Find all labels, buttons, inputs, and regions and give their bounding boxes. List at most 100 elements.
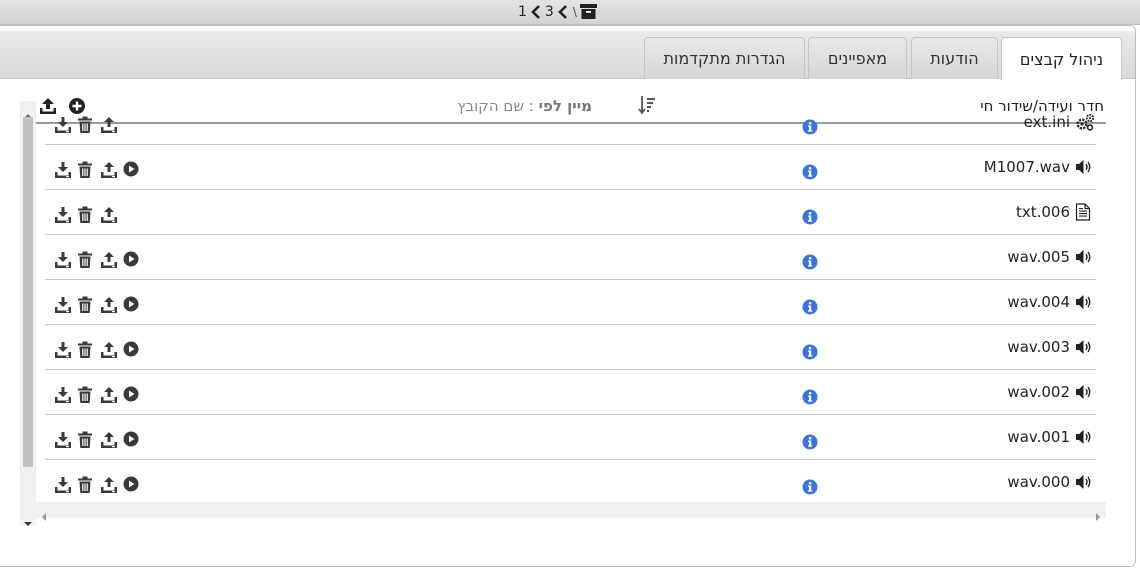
- breadcrumb-item[interactable]: 1: [518, 4, 527, 20]
- info-icon[interactable]: [802, 164, 818, 180]
- play-circle-icon[interactable]: [123, 431, 141, 449]
- file-actions: [54, 116, 118, 134]
- text-file-icon: [1075, 203, 1093, 221]
- trash-icon[interactable]: [77, 476, 95, 494]
- scrollbar-thumb[interactable]: [23, 117, 33, 467]
- scroll-down-arrow-icon[interactable]: [24, 513, 32, 526]
- file-name: wav.001: [1007, 428, 1070, 446]
- tab-file-management[interactable]: ניהול קבצים: [1001, 37, 1122, 80]
- trash-icon[interactable]: [77, 251, 95, 269]
- download-icon[interactable]: [54, 251, 72, 269]
- info-icon[interactable]: [802, 209, 818, 225]
- download-icon[interactable]: [54, 386, 72, 404]
- upload-icon[interactable]: [100, 296, 118, 314]
- file-row[interactable]: wav.004: [45, 280, 1096, 325]
- file-row[interactable]: ext.ini: [45, 100, 1096, 145]
- upload-icon[interactable]: [100, 431, 118, 449]
- top-bar: 1 3 \: [0, 0, 1140, 25]
- file-actions: [54, 341, 141, 359]
- file-name: ext.ini: [1023, 113, 1070, 131]
- trash-icon[interactable]: [77, 386, 95, 404]
- upload-icon[interactable]: [100, 161, 118, 179]
- file-actions: [54, 476, 141, 494]
- info-icon[interactable]: [802, 389, 818, 405]
- info-icon[interactable]: [802, 434, 818, 450]
- chevron-left-icon: [556, 3, 570, 21]
- upload-icon[interactable]: [100, 341, 118, 359]
- speaker-icon: [1075, 158, 1093, 176]
- tab-strip: ניהול קבצים הודעות מאפיינים הגדרות מתקדמ…: [0, 31, 1135, 80]
- download-icon[interactable]: [54, 476, 72, 494]
- play-circle-icon[interactable]: [123, 386, 141, 404]
- trash-icon[interactable]: [77, 341, 95, 359]
- file-actions: [54, 251, 141, 269]
- file-row[interactable]: wav.000: [45, 460, 1096, 500]
- info-icon[interactable]: [802, 254, 818, 270]
- vertical-scrollbar[interactable]: [20, 101, 36, 526]
- file-row[interactable]: wav.005: [45, 235, 1096, 280]
- play-circle-icon[interactable]: [123, 296, 141, 314]
- scroll-right-arrow-icon[interactable]: [1094, 506, 1102, 521]
- breadcrumb-item[interactable]: 3: [545, 4, 554, 20]
- settings-icon: [1075, 113, 1095, 131]
- file-row[interactable]: txt.006: [45, 190, 1096, 235]
- trash-icon[interactable]: [77, 431, 95, 449]
- play-circle-icon[interactable]: [123, 341, 141, 359]
- info-icon[interactable]: [802, 344, 818, 360]
- upload-icon[interactable]: [100, 386, 118, 404]
- upload-icon[interactable]: [100, 206, 118, 224]
- speaker-icon: [1075, 383, 1093, 401]
- file-actions: [54, 161, 141, 179]
- file-name: M1007.wav: [983, 158, 1070, 176]
- file-name: txt.006: [1015, 203, 1070, 221]
- upload-icon[interactable]: [100, 476, 118, 494]
- download-icon[interactable]: [54, 116, 72, 134]
- horizontal-scrollbar[interactable]: [36, 502, 1106, 521]
- tab-advanced-settings[interactable]: הגדרות מתקדמות: [644, 37, 805, 79]
- info-icon[interactable]: [802, 119, 818, 135]
- file-row[interactable]: wav.001: [45, 415, 1096, 460]
- download-icon[interactable]: [54, 161, 72, 179]
- tab-label: מאפיינים: [827, 49, 888, 68]
- speaker-icon: [1075, 248, 1093, 266]
- tab-label: הודעות: [930, 49, 979, 68]
- speaker-icon: [1075, 473, 1093, 491]
- download-icon[interactable]: [54, 341, 72, 359]
- speaker-icon: [1075, 338, 1093, 356]
- file-name: wav.000: [1007, 473, 1070, 491]
- trash-icon[interactable]: [77, 206, 95, 224]
- file-name: wav.005: [1007, 248, 1070, 266]
- trash-icon[interactable]: [77, 296, 95, 314]
- tab-label: ניהול קבצים: [1019, 49, 1104, 69]
- tab-label: הגדרות מתקדמות: [663, 49, 786, 68]
- file-name: wav.003: [1007, 338, 1070, 356]
- file-actions: [54, 386, 141, 404]
- download-icon[interactable]: [54, 431, 72, 449]
- trash-icon[interactable]: [77, 161, 95, 179]
- file-actions: [54, 296, 141, 314]
- file-row[interactable]: wav.002: [45, 370, 1096, 415]
- speaker-icon: [1075, 428, 1093, 446]
- breadcrumb-separator: \: [572, 5, 577, 19]
- info-icon[interactable]: [802, 299, 818, 315]
- file-row[interactable]: wav.003: [45, 325, 1096, 370]
- upload-icon[interactable]: [100, 116, 118, 134]
- breadcrumb: 1 3 \: [518, 2, 598, 22]
- file-row[interactable]: M1007.wav: [45, 145, 1096, 190]
- play-circle-icon[interactable]: [123, 476, 141, 494]
- upload-icon[interactable]: [100, 251, 118, 269]
- scroll-up-arrow-icon[interactable]: [24, 105, 32, 118]
- play-circle-icon[interactable]: [123, 251, 141, 269]
- file-name: wav.004: [1007, 293, 1070, 311]
- file-actions: [54, 206, 118, 224]
- tab-properties[interactable]: מאפיינים: [808, 37, 907, 79]
- file-list: ext.ini M1007.wav txt.006 wav.005 wav.004 wav…: [20, 100, 1096, 500]
- scroll-left-arrow-icon[interactable]: [40, 506, 48, 521]
- download-icon[interactable]: [54, 206, 72, 224]
- archive-icon[interactable]: [579, 4, 598, 20]
- info-icon[interactable]: [802, 479, 818, 495]
- tab-messages[interactable]: הודעות: [911, 37, 998, 79]
- trash-icon[interactable]: [77, 116, 95, 134]
- play-circle-icon[interactable]: [123, 161, 141, 179]
- download-icon[interactable]: [54, 296, 72, 314]
